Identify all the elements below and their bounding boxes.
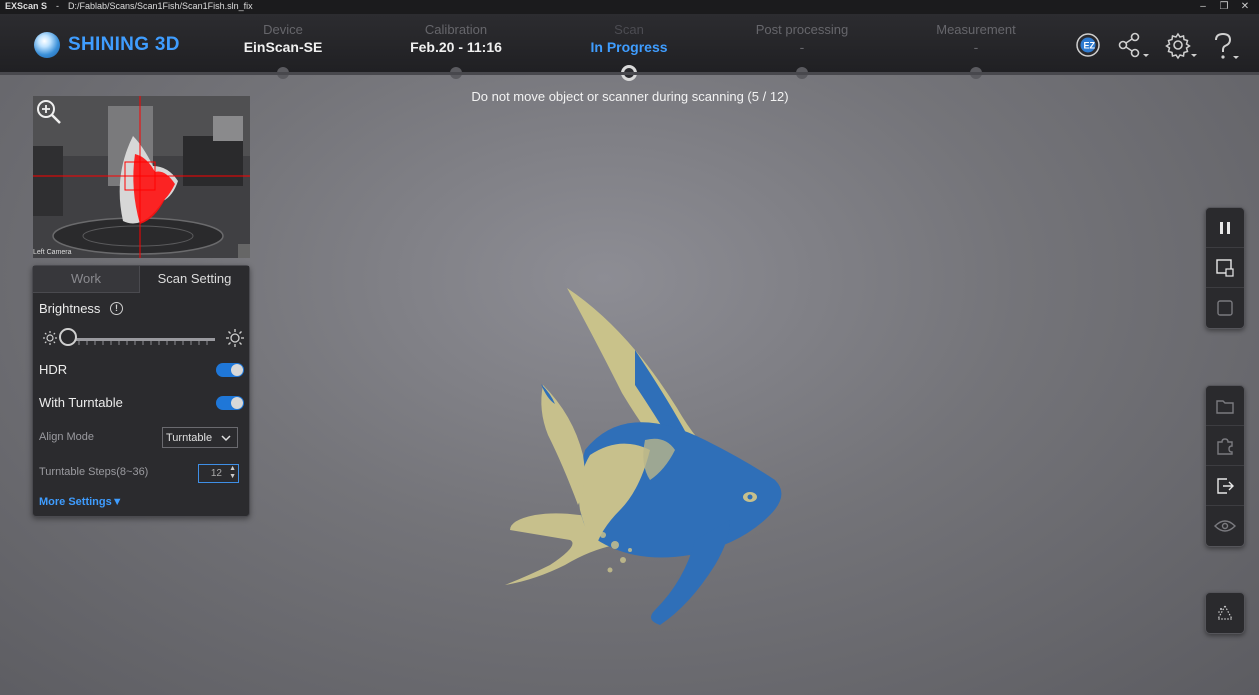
brightness-label: Brightness xyxy=(39,301,101,316)
align-mode-value: Turntable xyxy=(166,432,213,444)
app-name: EXScan S xyxy=(5,1,48,11)
scan-status-message: Do not move object or scanner during sca… xyxy=(471,89,789,104)
minimize-icon[interactable]: – xyxy=(1194,0,1212,14)
scan-control-toolbar xyxy=(1205,207,1245,329)
step-post-processing-value: - xyxy=(799,39,805,55)
scan-3d-model[interactable] xyxy=(495,280,795,630)
stop-icon[interactable] xyxy=(1206,288,1244,328)
step-device[interactable]: Device EinScan-SE xyxy=(208,22,358,55)
close-icon[interactable]: ✕ xyxy=(1236,0,1254,14)
turntable-label: With Turntable xyxy=(39,395,123,410)
step-scan[interactable]: Scan In Progress xyxy=(554,22,704,55)
eye-icon[interactable] xyxy=(1206,506,1244,546)
camera-preview[interactable]: Left Camera xyxy=(33,96,250,258)
step-calibration-label: Calibration xyxy=(424,22,488,37)
hdr-toggle-knob xyxy=(231,364,243,376)
restore-icon[interactable]: ❐ xyxy=(1215,0,1233,14)
tab-work[interactable]: Work xyxy=(33,266,140,293)
step-scan-value: In Progress xyxy=(590,39,668,55)
title-separator: - xyxy=(56,1,59,11)
step-device-value: EinScan-SE xyxy=(243,39,323,55)
turntable-steps-value: 12 xyxy=(210,468,222,479)
stepper-arrows-icon[interactable]: ▲ ▼ xyxy=(229,465,236,481)
point-cloud-icon[interactable] xyxy=(1206,593,1244,633)
hdr-label: HDR xyxy=(39,362,68,377)
zoom-in-icon[interactable] xyxy=(35,98,63,131)
camera-label: Left Camera xyxy=(33,249,72,256)
brightness-high-icon xyxy=(225,328,245,353)
step-post-processing[interactable]: Post processing - xyxy=(727,22,877,55)
step-post-processing-label: Post processing xyxy=(755,22,849,37)
project-toolbar xyxy=(1205,385,1245,547)
brightness-low-icon xyxy=(42,330,58,351)
info-icon[interactable]: ! xyxy=(110,302,123,315)
chevron-down-icon xyxy=(220,428,232,456)
title-bar: EXScan S - D:/Fablab/Scans/Scan1Fish/Sca… xyxy=(0,0,1259,14)
more-settings-link[interactable]: More Settings▼ xyxy=(39,496,123,508)
hdr-toggle[interactable] xyxy=(216,363,244,377)
brand-name: SHINING 3D xyxy=(68,34,180,55)
settings-gear-icon[interactable] xyxy=(1164,32,1197,62)
pause-icon[interactable] xyxy=(1206,208,1244,248)
step-measurement-value: - xyxy=(973,39,979,55)
turntable-steps-stepper[interactable]: 12 ▲ ▼ xyxy=(198,464,239,483)
align-mode-select[interactable]: Turntable xyxy=(162,427,238,448)
export-icon[interactable] xyxy=(1206,466,1244,506)
scan-settings-panel: Work Scan Setting Brightness ! HDR With … xyxy=(32,265,250,517)
globe-logo-icon xyxy=(34,32,60,58)
help-icon[interactable] xyxy=(1210,32,1240,62)
brightness-slider-track[interactable] xyxy=(69,338,215,345)
view-toolbar xyxy=(1205,592,1245,634)
ez-logo-icon[interactable]: EZ xyxy=(1075,32,1105,62)
open-folder-icon[interactable] xyxy=(1206,386,1244,426)
step-calibration-value: Feb.20 - 11:16 xyxy=(410,39,502,55)
tab-scan-setting[interactable]: Scan Setting xyxy=(140,266,249,292)
align-mode-label: Align Mode xyxy=(39,431,95,443)
step-device-label: Device xyxy=(263,22,303,37)
step-scan-label: Scan xyxy=(614,22,644,37)
brightness-slider-handle[interactable] xyxy=(59,328,77,346)
turntable-toggle-knob xyxy=(231,397,243,409)
delete-frame-icon[interactable] xyxy=(1206,248,1244,288)
step-measurement-label: Measurement xyxy=(936,22,1016,37)
file-path: D:/Fablab/Scans/Scan1Fish/Scan1Fish.sln_… xyxy=(68,1,253,11)
step-measurement[interactable]: Measurement - xyxy=(901,22,1051,55)
plugin-icon[interactable] xyxy=(1206,426,1244,466)
turntable-toggle[interactable] xyxy=(216,396,244,410)
turntable-steps-label: Turntable Steps(8~36) xyxy=(39,466,149,478)
progress-line xyxy=(0,72,1259,75)
share-icon[interactable] xyxy=(1118,32,1149,62)
svg-text:EZ: EZ xyxy=(1084,41,1096,51)
workflow-bar: SHINING 3D Device EinScan-SE Calibration… xyxy=(0,14,1259,81)
step-calibration[interactable]: Calibration Feb.20 - 11:16 xyxy=(381,22,531,55)
